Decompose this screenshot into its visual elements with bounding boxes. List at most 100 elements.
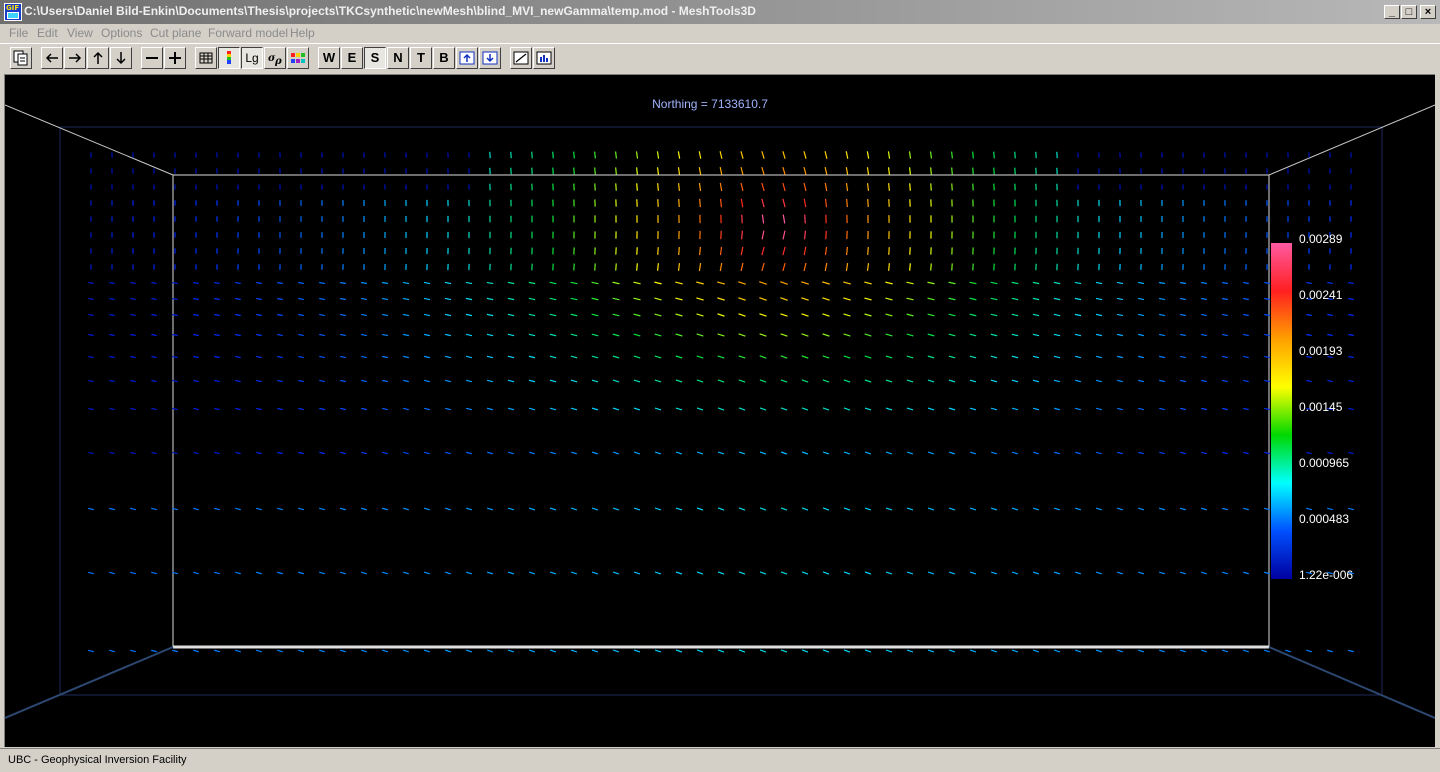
vector-arrow <box>403 298 409 299</box>
slice-down-icon[interactable] <box>479 47 501 69</box>
vector-arrow <box>1117 452 1122 453</box>
view-east-button[interactable]: E <box>341 47 363 69</box>
vector-arrow <box>1012 572 1018 574</box>
vector-arrow <box>571 572 577 574</box>
vector-arrow <box>550 650 556 652</box>
view-north-button[interactable]: N <box>387 47 409 69</box>
vector-arrow <box>991 314 997 315</box>
vector-arrow <box>1054 408 1060 409</box>
grid-icon[interactable] <box>195 47 217 69</box>
vector-arrow <box>822 298 829 300</box>
vector-arrow <box>1054 452 1060 454</box>
vector-arrow <box>1159 572 1165 574</box>
vector-arrow <box>403 650 409 652</box>
vector-arrow <box>1201 408 1206 409</box>
mesh-back-face <box>60 127 1382 695</box>
close-button[interactable]: × <box>1420 5 1436 19</box>
slice-up-icon[interactable] <box>456 47 478 69</box>
vector-arrow <box>1033 356 1039 357</box>
vector-arrow <box>1012 508 1018 510</box>
vector-arrow <box>1243 380 1248 381</box>
vector-arrow <box>592 408 598 410</box>
vector-arrow <box>886 356 892 358</box>
menu-help[interactable]: Help <box>290 26 315 40</box>
vector-arrow <box>910 263 911 270</box>
vector-arrow <box>1348 650 1354 652</box>
arrow-left-icon[interactable] <box>41 47 63 69</box>
vector-arrow <box>675 298 682 300</box>
log-scale-button[interactable]: Lg <box>241 47 263 69</box>
view-top-button[interactable]: T <box>410 47 432 69</box>
vector-arrow <box>88 283 93 284</box>
vector-arrow <box>655 650 661 652</box>
vector-arrow <box>382 572 388 574</box>
view-west-button[interactable]: W <box>318 47 340 69</box>
vector-arrow <box>780 314 787 316</box>
menu-view[interactable]: View <box>67 26 93 40</box>
vector-arrow <box>1348 334 1353 335</box>
vector-arrow <box>867 167 868 175</box>
menu-options[interactable]: Options <box>101 26 142 40</box>
vector-arrow <box>846 263 847 271</box>
sigma-rho-icon[interactable]: σρ <box>264 47 286 69</box>
vector-arrow <box>466 380 472 381</box>
vector-arrow <box>235 650 241 652</box>
vector-arrow <box>823 408 829 410</box>
vector-arrow <box>1075 508 1081 510</box>
status-bar: UBC - Geophysical Inversion Facility <box>0 748 1440 772</box>
vector-arrow <box>214 572 220 573</box>
vector-arrow <box>739 508 745 510</box>
mesh-scene <box>5 75 1435 747</box>
perspective-edge-bottom-left <box>5 647 173 718</box>
vector-arrow <box>1159 314 1165 315</box>
vector-arrow <box>616 263 617 270</box>
vector-arrow <box>655 408 661 410</box>
vector-arrow <box>1033 508 1039 510</box>
gif-app-icon[interactable]: GIF <box>4 3 22 21</box>
colorbar-icon[interactable] <box>218 47 240 69</box>
vector-arrow <box>361 314 367 315</box>
vector-arrow <box>991 650 997 652</box>
vector-arrow <box>1306 315 1311 316</box>
vector-arrow <box>802 508 808 510</box>
arrow-up-icon[interactable] <box>87 47 109 69</box>
vector-arrow <box>550 298 557 299</box>
vector-arrow <box>592 282 599 283</box>
menu-edit[interactable]: Edit <box>37 26 58 40</box>
menu-cut-plane[interactable]: Cut plane <box>150 26 201 40</box>
minimize-button[interactable]: _ <box>1384 5 1400 19</box>
vector-arrow <box>382 380 388 381</box>
vector-arrow <box>676 650 682 652</box>
histogram-icon[interactable] <box>533 47 555 69</box>
arrow-down-icon[interactable] <box>110 47 132 69</box>
vector-arrow <box>340 650 346 652</box>
maximize-button[interactable]: □ <box>1401 5 1417 19</box>
model-viewport[interactable]: Northing = 7133610.7 0.00289 0.00241 0.0… <box>4 74 1435 747</box>
vector-arrow <box>1075 298 1081 299</box>
menu-forward-model[interactable]: Forward model <box>208 26 288 40</box>
zoom-out-icon[interactable] <box>141 47 163 69</box>
vector-arrow <box>741 247 743 255</box>
zoom-in-icon[interactable] <box>164 47 186 69</box>
vector-arrow <box>1138 356 1144 357</box>
vector-arrow <box>696 282 703 284</box>
vector-arrow <box>697 572 703 574</box>
vector-arrow <box>1138 334 1144 335</box>
vector-arrow <box>804 183 806 191</box>
vector-arrow <box>781 380 787 382</box>
menu-file[interactable]: File <box>9 26 28 40</box>
vector-arrow <box>214 408 219 409</box>
vector-arrow <box>466 298 472 299</box>
vector-arrow <box>885 298 892 300</box>
vector-arrow <box>319 452 324 453</box>
arrow-right-icon[interactable] <box>64 47 86 69</box>
view-south-button[interactable]: S <box>364 47 386 69</box>
vector-arrow <box>403 380 409 381</box>
vector-arrow <box>843 298 850 300</box>
copy-icon[interactable] <box>10 47 32 69</box>
profile-plot-icon[interactable] <box>510 47 532 69</box>
vector-arrow <box>1201 380 1207 381</box>
vector-arrow <box>613 356 619 358</box>
view-bottom-button[interactable]: B <box>433 47 455 69</box>
color-blocks-icon[interactable] <box>287 47 309 69</box>
